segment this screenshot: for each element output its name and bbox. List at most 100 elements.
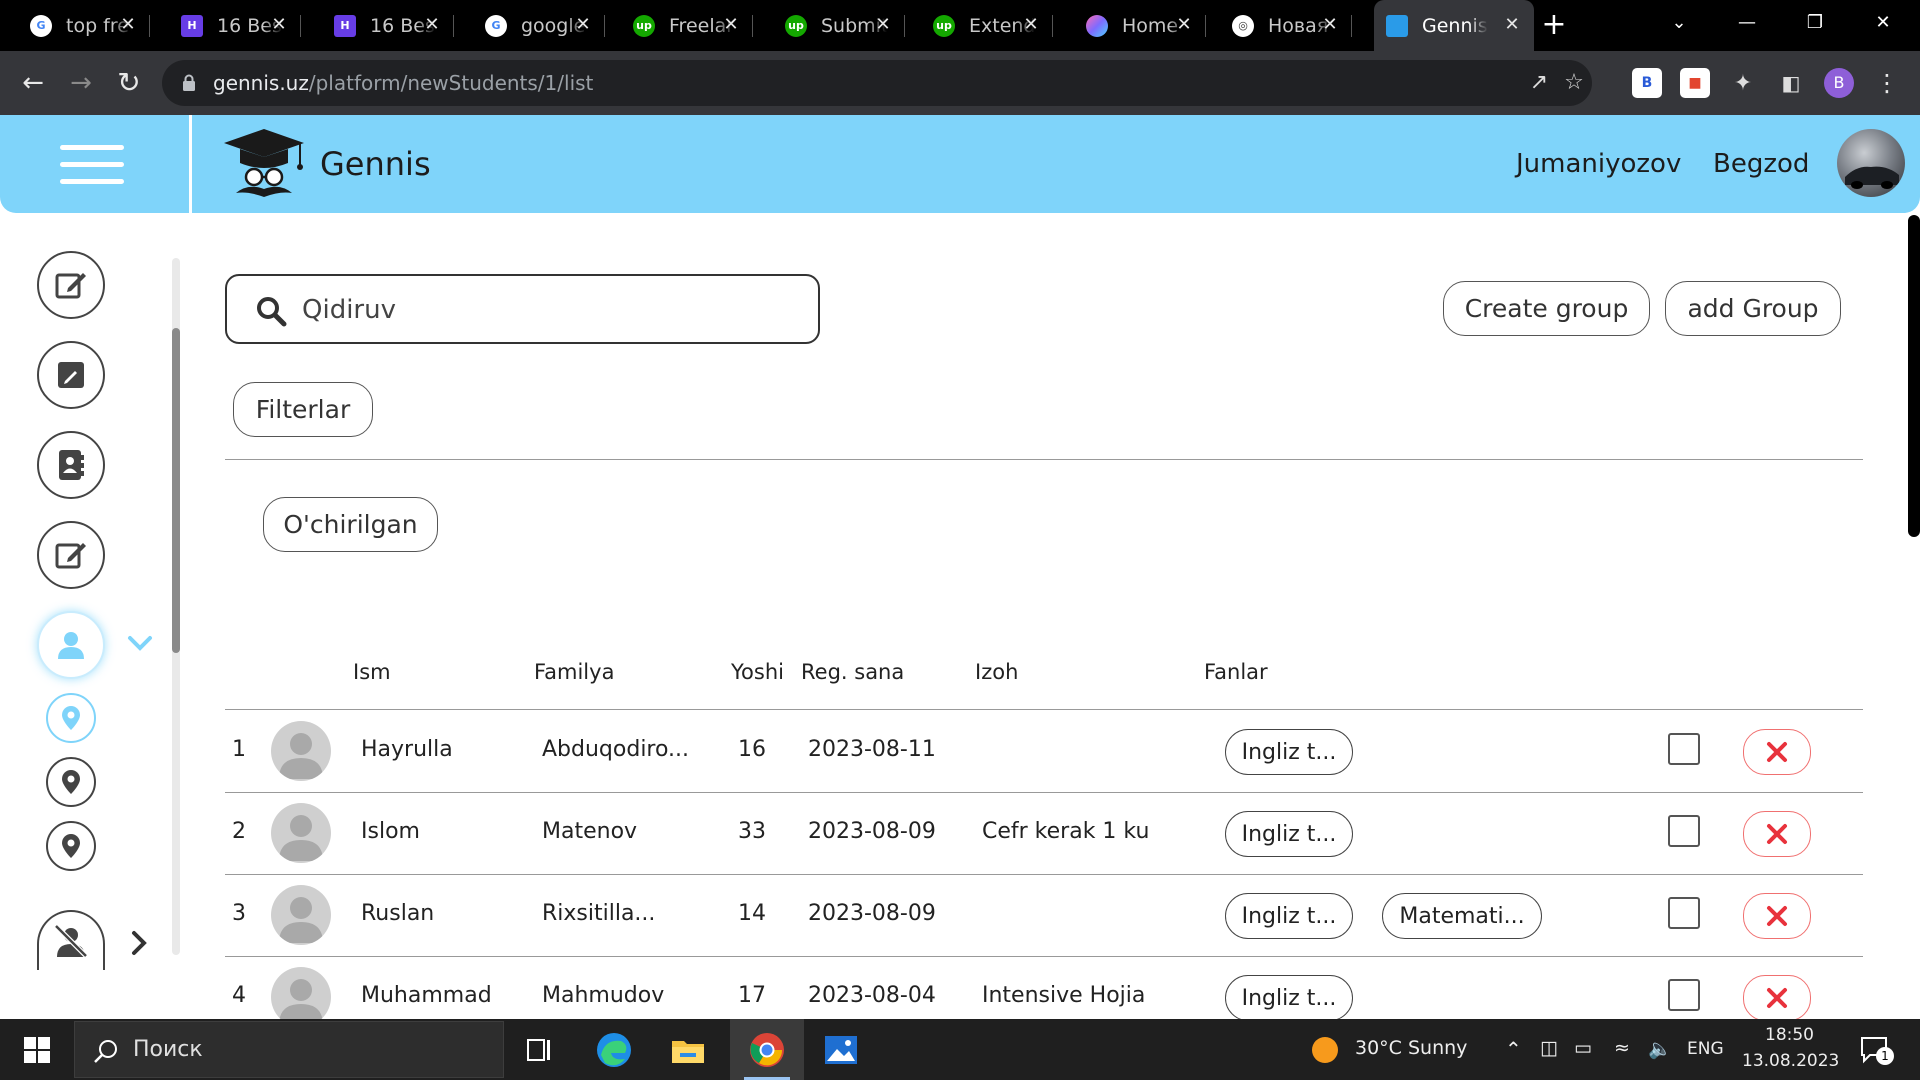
browser-tab[interactable]: Gennis ✕ — [1374, 0, 1534, 51]
browser-tab[interactable]: up Freelan ✕ — [621, 0, 753, 51]
table-row[interactable]: 1 Hayrulla Abduqodiro... 16 2023-08-11 Ingliz… — [225, 711, 1863, 793]
user-avatar[interactable] — [1837, 129, 1905, 197]
sidebar-subitem-location-3[interactable] — [46, 821, 96, 871]
notification-center-icon[interactable]: 1 — [1860, 1035, 1894, 1065]
battery-icon[interactable]: ▭ — [1574, 1037, 1592, 1059]
extension-red-icon[interactable]: ■ — [1680, 68, 1710, 98]
browser-tab[interactable]: H 16 Best ✕ — [169, 0, 301, 51]
photos-app-icon[interactable] — [804, 1019, 878, 1080]
minimize-icon[interactable]: — — [1718, 0, 1776, 45]
back-icon[interactable]: ← — [14, 64, 52, 102]
sidebar-item-edit-2[interactable] — [37, 521, 105, 589]
chevron-down-icon[interactable] — [126, 633, 154, 653]
new-tab-button[interactable]: + — [1536, 8, 1572, 44]
reload-icon[interactable]: ↻ — [110, 64, 148, 102]
clock-date[interactable]: 13.08.2023 — [1742, 1051, 1839, 1071]
close-tab-icon[interactable]: ✕ — [420, 13, 444, 37]
student-avatar[interactable] — [271, 885, 331, 945]
clock-time[interactable]: 18:50 — [1765, 1025, 1814, 1045]
column-header-note[interactable]: Izoh — [975, 660, 1018, 684]
sidebar-item-edit[interactable] — [37, 251, 105, 319]
page-scrollbar[interactable] — [1908, 213, 1920, 1019]
hamburger-menu-icon[interactable] — [60, 145, 124, 185]
add-group-button[interactable]: add Group — [1665, 281, 1841, 336]
close-tab-icon[interactable]: ✕ — [571, 13, 595, 37]
column-header-age[interactable]: Yoshi — [731, 660, 784, 684]
extensions-puzzle-icon[interactable]: ✦ — [1728, 68, 1758, 98]
volume-icon[interactable]: 🔈 — [1648, 1037, 1672, 1060]
search-input[interactable] — [302, 291, 782, 329]
table-row[interactable]: 3 Ruslan Rixsitilla... 14 2023-08-09 Ingliz t… — [225, 875, 1863, 957]
close-tab-icon[interactable]: ✕ — [719, 13, 743, 37]
browser-tab[interactable]: H 16 Best ✕ — [322, 0, 454, 51]
chrome-icon[interactable] — [730, 1019, 804, 1080]
sidebar-item-notes[interactable] — [37, 341, 105, 409]
share-icon[interactable]: ↗ — [1525, 69, 1553, 97]
edge-browser-icon[interactable] — [577, 1019, 651, 1080]
table-row[interactable]: 2 Islom Matenov 33 2023-08-09 Cefr kerak 1 ku… — [225, 793, 1863, 875]
close-tab-icon[interactable]: ✕ — [1019, 13, 1043, 37]
sidebar-item-contacts[interactable] — [37, 431, 105, 499]
close-tab-icon[interactable]: ✕ — [1318, 13, 1342, 37]
address-bar[interactable]: gennis.uz/platform/newStudents/1/list ↗ … — [162, 60, 1592, 106]
create-group-button[interactable]: Create group — [1443, 281, 1650, 336]
column-header-surname[interactable]: Familya — [534, 660, 614, 684]
column-header-subjects[interactable]: Fanlar — [1204, 660, 1268, 684]
sidebar-scrollbar[interactable] — [172, 258, 180, 955]
subject-chip[interactable]: Ingliz t... — [1225, 975, 1353, 1021]
column-header-reg-date[interactable]: Reg. sana — [801, 660, 904, 684]
browser-tab[interactable]: up Submit ✕ — [773, 0, 905, 51]
tray-expand-icon[interactable]: ⌃ — [1505, 1037, 1522, 1061]
subject-chip[interactable]: Matemati... — [1382, 893, 1542, 939]
browser-tab[interactable]: Gtop free✕ — [18, 0, 150, 51]
meet-now-icon[interactable]: ◫ — [1540, 1037, 1558, 1059]
chevron-right-icon[interactable] — [128, 928, 150, 958]
row-checkbox[interactable] — [1668, 733, 1700, 765]
row-checkbox[interactable] — [1668, 979, 1700, 1011]
profile-avatar[interactable]: B — [1824, 68, 1854, 98]
deleted-filter-button[interactable]: O'chirilgan — [263, 497, 438, 552]
file-explorer-icon[interactable] — [651, 1019, 725, 1080]
restore-icon[interactable]: ❐ — [1786, 0, 1844, 45]
taskbar-search[interactable]: Поиск — [74, 1021, 504, 1078]
browser-tab[interactable]: Home ✕ — [1074, 0, 1206, 51]
sidebar-item-students[interactable] — [37, 611, 105, 679]
side-panel-icon[interactable]: ◧ — [1776, 68, 1806, 98]
delete-student-button[interactable] — [1743, 729, 1811, 775]
sidebar-subitem-location-1[interactable] — [46, 693, 96, 743]
filters-button[interactable]: Filterlar — [233, 382, 373, 437]
delete-student-button[interactable] — [1743, 975, 1811, 1021]
weather-text[interactable]: 30°C Sunny — [1355, 1037, 1467, 1059]
student-avatar[interactable] — [271, 803, 331, 863]
close-tab-icon[interactable]: ✕ — [116, 13, 140, 37]
student-avatar[interactable] — [271, 967, 331, 1027]
close-window-icon[interactable]: ✕ — [1854, 0, 1912, 45]
delete-student-button[interactable] — [1743, 893, 1811, 939]
close-tab-icon[interactable]: ✕ — [871, 13, 895, 37]
row-checkbox[interactable] — [1668, 815, 1700, 847]
subject-chip[interactable]: Ingliz t... — [1225, 811, 1353, 857]
tab-search-icon[interactable]: ⌄ — [1650, 0, 1708, 45]
browser-tab[interactable]: Ggoogle ✕ — [473, 0, 605, 51]
close-tab-icon[interactable]: ✕ — [1172, 13, 1196, 37]
language-indicator[interactable]: ENG — [1687, 1039, 1724, 1059]
browser-tab[interactable]: up Extend ✕ — [921, 0, 1053, 51]
user-first-name[interactable]: Jumaniyozov — [1516, 149, 1681, 179]
extension-b-icon[interactable]: B — [1632, 68, 1662, 98]
delete-student-button[interactable] — [1743, 811, 1811, 857]
close-tab-icon[interactable]: ✕ — [267, 13, 291, 37]
task-view-icon[interactable] — [503, 1019, 577, 1080]
subject-chip[interactable]: Ingliz t... — [1225, 729, 1353, 775]
close-tab-icon[interactable]: ✕ — [1500, 13, 1524, 37]
user-last-name[interactable]: Begzod — [1713, 149, 1809, 179]
browser-menu-icon[interactable]: ⋮ — [1868, 64, 1906, 102]
sidebar-item-user-off[interactable] — [37, 910, 105, 970]
forward-icon[interactable]: → — [62, 64, 100, 102]
column-header-name[interactable]: Ism — [353, 660, 391, 684]
browser-tab[interactable]: ◎ Новая ✕ — [1220, 0, 1352, 51]
search-box[interactable] — [225, 274, 820, 344]
windows-start-icon[interactable] — [0, 1019, 74, 1080]
sidebar-subitem-location-2[interactable] — [46, 757, 96, 807]
wifi-icon[interactable]: ≈ — [1614, 1037, 1630, 1059]
bookmark-star-icon[interactable]: ☆ — [1560, 69, 1588, 97]
